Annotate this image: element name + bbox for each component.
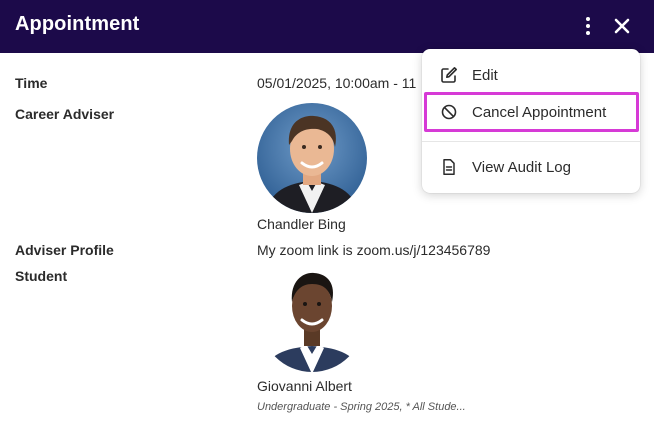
time-value: 05/01/2025, 10:00am - 11 bbox=[257, 75, 417, 91]
adviser-avatar bbox=[257, 103, 367, 213]
menu-item-label: View Audit Log bbox=[472, 158, 571, 176]
menu-item-view-audit-log[interactable]: View Audit Log bbox=[422, 149, 640, 185]
adviser-profile-value: My zoom link is zoom.us/j/123456789 bbox=[257, 242, 491, 258]
student-avatar bbox=[262, 268, 362, 372]
menu-item-edit[interactable]: Edit bbox=[422, 57, 640, 93]
actions-menu: Edit Cancel Appointment View Audit Log bbox=[422, 49, 640, 193]
edit-icon bbox=[441, 67, 457, 83]
menu-divider bbox=[422, 141, 640, 142]
dialog-header: Appointment bbox=[0, 0, 654, 53]
menu-item-label: Cancel Appointment bbox=[472, 103, 607, 121]
dialog-title: Appointment bbox=[15, 13, 140, 35]
cancel-icon bbox=[441, 104, 457, 120]
menu-item-label: Edit bbox=[472, 66, 498, 84]
adviser-profile-label: Adviser Profile bbox=[15, 242, 114, 258]
document-icon bbox=[443, 159, 455, 175]
time-label: Time bbox=[15, 75, 48, 91]
student-info: Undergraduate - Spring 2025, * All Stude… bbox=[257, 401, 466, 413]
student-label: Student bbox=[15, 268, 68, 284]
menu-item-cancel-appointment[interactable]: Cancel Appointment bbox=[424, 92, 639, 132]
close-icon[interactable] bbox=[612, 16, 632, 36]
career-adviser-label: Career Adviser bbox=[15, 106, 115, 122]
student-name: Giovanni Albert bbox=[257, 378, 352, 394]
adviser-name: Chandler Bing bbox=[257, 216, 346, 232]
more-vertical-icon[interactable] bbox=[578, 15, 598, 37]
